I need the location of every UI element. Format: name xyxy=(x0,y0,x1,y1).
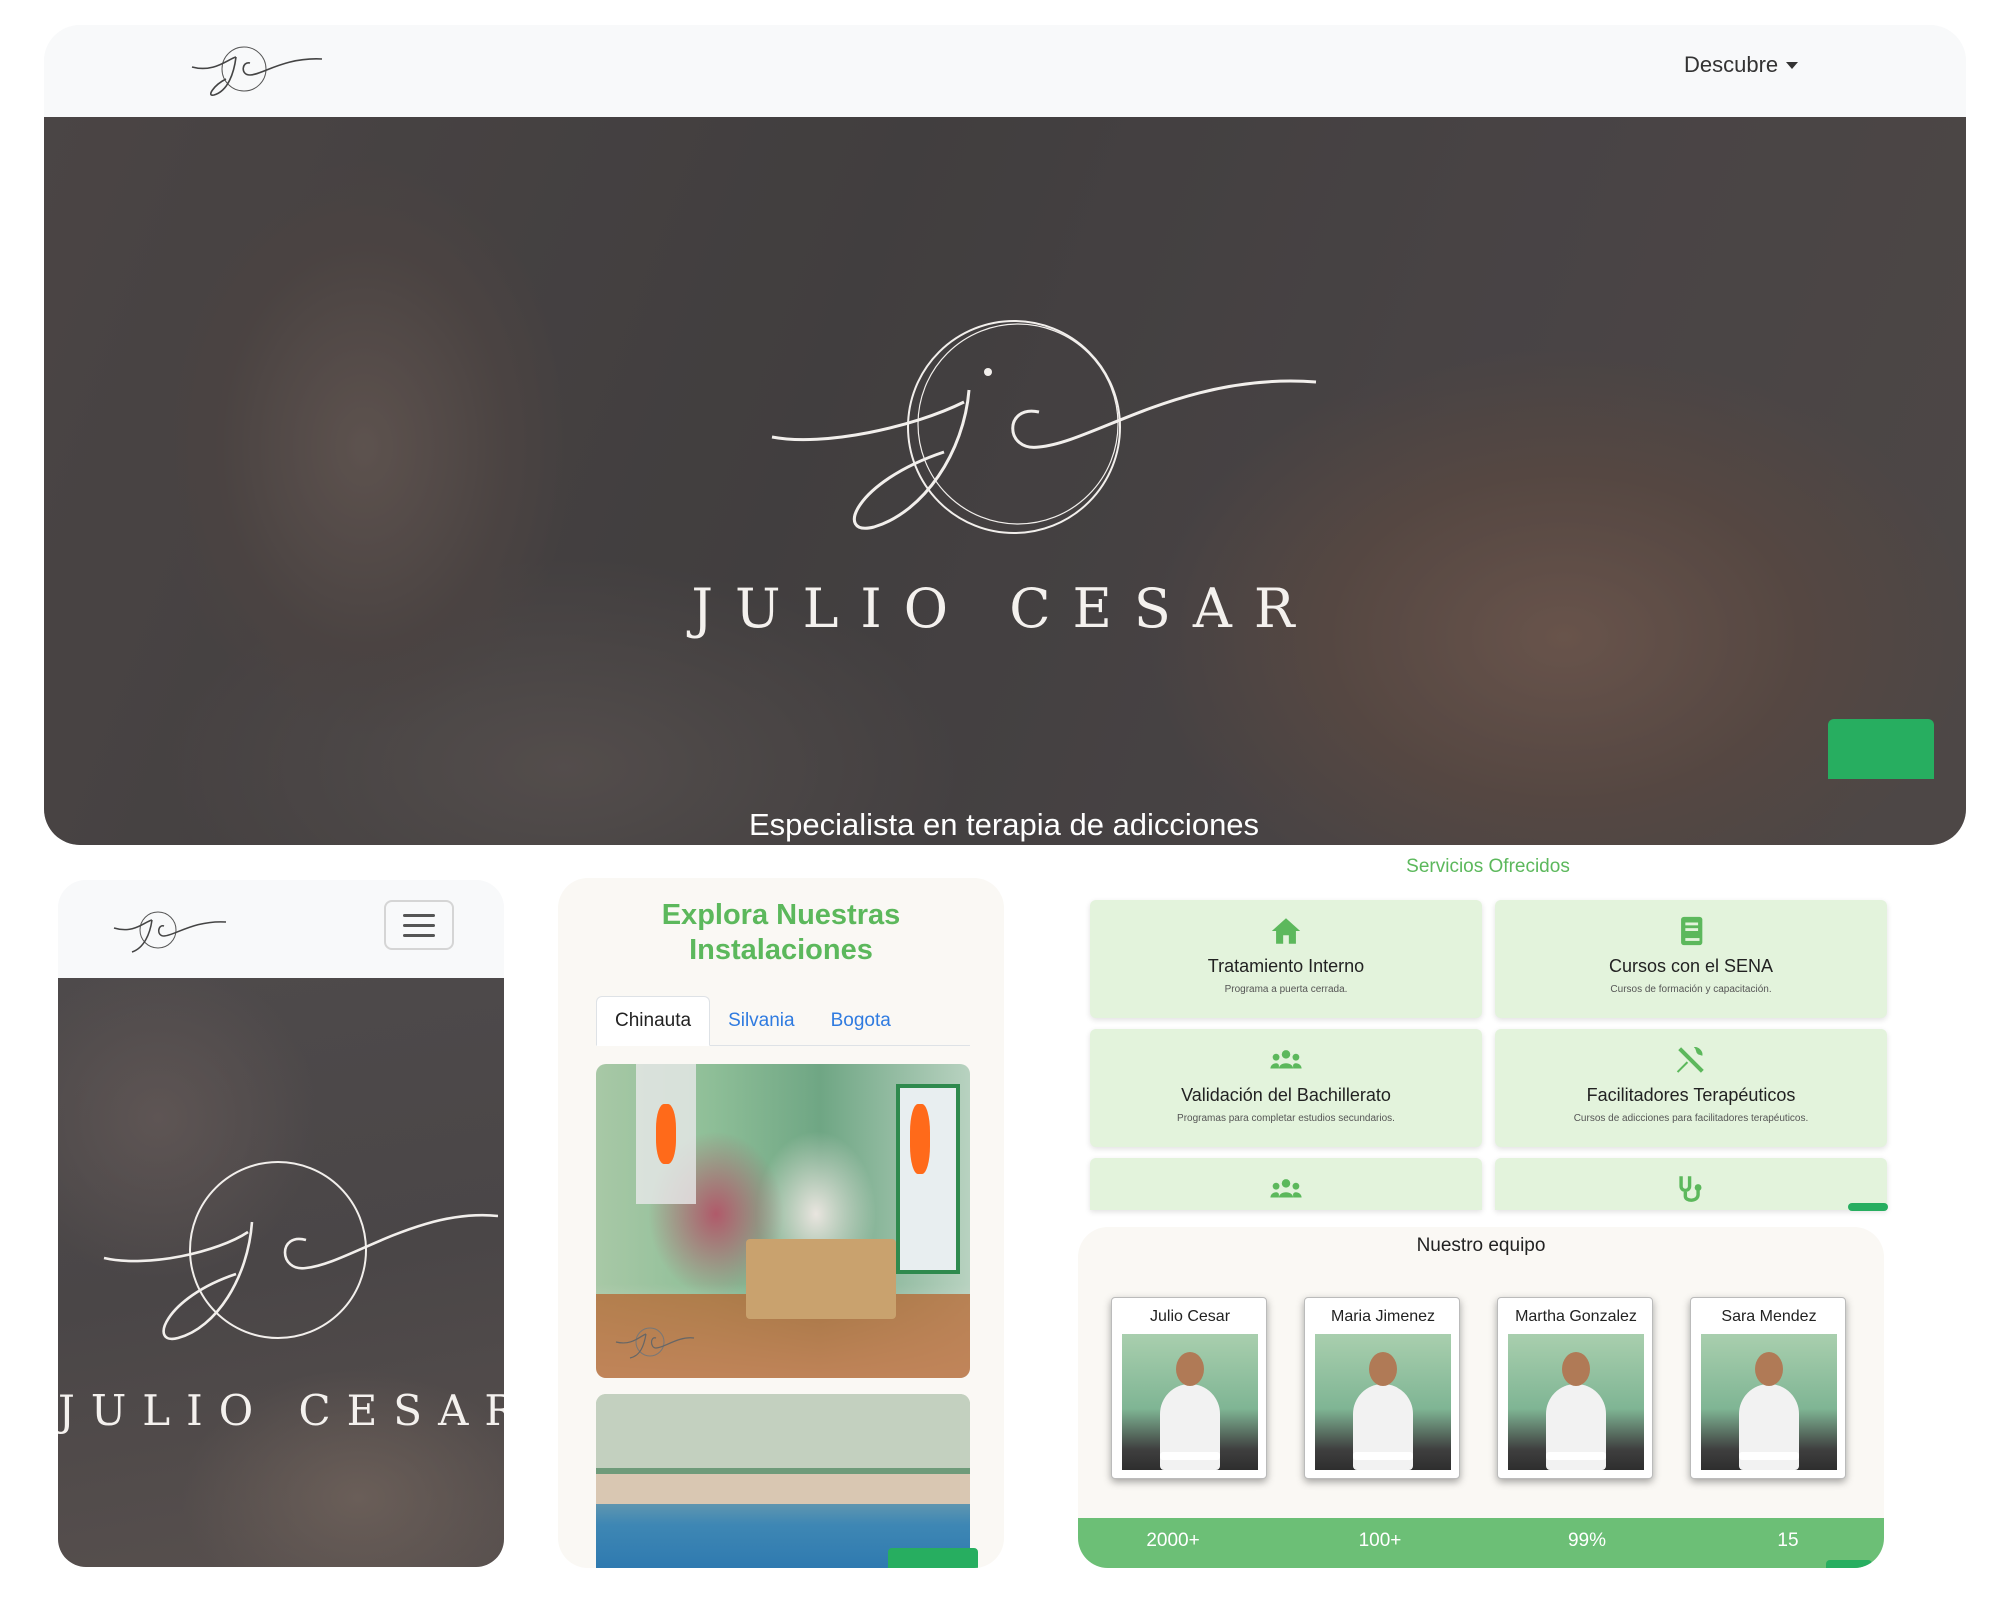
stat-value: 2000+ xyxy=(1146,1530,1200,1551)
descubre-label: Descubre xyxy=(1684,52,1779,77)
service-card-6[interactable] xyxy=(1495,1158,1887,1210)
service-card-facilitadores[interactable]: Facilitadores Terapéuticos Cursos de adi… xyxy=(1495,1029,1887,1147)
hamburger-line xyxy=(403,913,435,917)
whatsapp-button[interactable] xyxy=(888,1548,978,1568)
whatsapp-button[interactable] xyxy=(1828,719,1934,779)
jc-emblem xyxy=(103,1161,498,1341)
member-photo xyxy=(1122,1334,1258,1470)
member-head xyxy=(1562,1352,1590,1386)
service-card-bachillerato[interactable]: Validación del Bachillerato Programas pa… xyxy=(1090,1029,1482,1147)
brand-logo[interactable] xyxy=(184,29,324,109)
member-name: Maria Jimenez xyxy=(1330,1308,1436,1325)
mobile-navbar xyxy=(58,880,504,978)
service-title: Tratamiento Interno xyxy=(1207,956,1365,976)
pool-deck xyxy=(596,1474,970,1504)
role-tag xyxy=(1739,1452,1799,1460)
member-name: Julio Cesar xyxy=(1149,1308,1231,1325)
team-title: Nuestro equipo xyxy=(1416,1235,1546,1256)
users-icon xyxy=(1090,1043,1482,1077)
tools-icon xyxy=(1495,1043,1887,1077)
hamburger-line xyxy=(403,923,435,927)
facilities-section: Explora Nuestras Instalaciones Chinauta … xyxy=(558,878,1004,1568)
tab-bogota[interactable]: Bogota xyxy=(813,996,909,1046)
service-title: Validación del Bachillerato xyxy=(1181,1085,1391,1105)
service-title: Facilitadores Terapéuticos xyxy=(1586,1085,1796,1105)
brand-logo[interactable] xyxy=(108,898,228,960)
team-member-card[interactable]: Sara Mendez xyxy=(1690,1297,1846,1479)
brand-name: JULIO CESAR xyxy=(58,1386,504,1435)
tab-chinauta[interactable]: Chinauta xyxy=(596,996,711,1046)
service-title: Cursos con el SENA xyxy=(1608,956,1774,976)
member-photo xyxy=(1508,1334,1644,1470)
team-member-card[interactable]: Martha Gonzalez xyxy=(1497,1297,1653,1479)
team-section: Nuestro equipo Julio Cesar Maria Jimenez… xyxy=(1078,1227,1884,1568)
stats-bar: 2000+ 100+ 99% 15 xyxy=(1078,1518,1884,1568)
stat-value: 100+ xyxy=(1358,1530,1402,1551)
orange-ribbon xyxy=(656,1104,676,1164)
service-card-tratamiento[interactable]: Tratamiento Interno Programa a puerta ce… xyxy=(1090,900,1482,1018)
whatsapp-button[interactable] xyxy=(1826,1560,1872,1568)
hero-tagline: Especialista en terapia de adicciones xyxy=(748,807,1260,842)
facilities-title-line1: Explora Nuestras xyxy=(661,899,901,931)
member-name: Martha Gonzalez xyxy=(1515,1308,1637,1325)
book-icon xyxy=(1495,914,1887,948)
facilities-title-line2: Instalaciones xyxy=(689,934,873,966)
service-description: Cursos de adicciones para facilitadores … xyxy=(1573,1113,1809,1124)
team-member-card[interactable]: Maria Jimenez xyxy=(1304,1297,1460,1479)
facilities-title: Explora Nuestras Instalaciones xyxy=(558,898,1004,968)
member-head xyxy=(1755,1352,1783,1386)
hero-banner: JULIO CESAR Especialista en terapia de a… xyxy=(44,117,1966,845)
role-tag xyxy=(1546,1452,1606,1460)
location-tabs: Chinauta Silvania Bogota xyxy=(596,996,970,1046)
role-tag xyxy=(1160,1452,1220,1460)
hamburger-line xyxy=(403,933,435,937)
orange-ribbon xyxy=(910,1104,930,1174)
navbar: Descubre xyxy=(44,25,1966,117)
service-description: Programas para completar estudios secund… xyxy=(1177,1113,1395,1124)
service-card-sena[interactable]: Cursos con el SENA Cursos de formación y… xyxy=(1495,900,1887,1018)
facility-photo-pool xyxy=(596,1394,970,1568)
member-head xyxy=(1176,1352,1204,1386)
whatsapp-button[interactable] xyxy=(1848,1203,1888,1211)
stat-value: 15 xyxy=(1777,1530,1799,1551)
brand-name: JULIO CESAR xyxy=(691,577,1317,640)
tab-silvania[interactable]: Silvania xyxy=(710,996,813,1046)
home-icon xyxy=(1090,914,1482,948)
services-section: Servicios Ofrecidos Tratamiento Interno … xyxy=(1078,846,1968,1211)
mobile-preview: JULIO CESAR xyxy=(58,880,504,1567)
role-tag xyxy=(1353,1452,1413,1460)
service-description: Cursos de formación y capacitación. xyxy=(1610,984,1772,995)
mobile-hero: JULIO CESAR xyxy=(58,978,504,1567)
desk xyxy=(746,1239,896,1319)
stethoscope-icon xyxy=(1495,1172,1887,1206)
jc-emblem xyxy=(771,320,1317,534)
hamburger-menu-button[interactable] xyxy=(384,900,454,950)
member-photo xyxy=(1315,1334,1451,1470)
descubre-dropdown[interactable]: Descubre xyxy=(1684,45,1799,85)
member-head xyxy=(1369,1352,1397,1386)
service-card-5[interactable] xyxy=(1090,1158,1482,1210)
stat-value: 99% xyxy=(1567,1530,1607,1551)
member-photo xyxy=(1701,1334,1837,1470)
member-name: Sara Mendez xyxy=(1721,1308,1817,1325)
facility-photo-office xyxy=(596,1064,970,1378)
caret-down-icon xyxy=(1786,61,1799,69)
team-member-card[interactable]: Julio Cesar xyxy=(1111,1297,1267,1479)
services-title: Servicios Ofrecidos xyxy=(1406,856,1570,877)
building xyxy=(596,1394,970,1474)
users-icon xyxy=(1090,1172,1482,1206)
service-description: Programa a puerta cerrada. xyxy=(1224,984,1348,995)
desktop-preview: Descubre JULIO CESAR Especialista en ter… xyxy=(44,25,1966,845)
watermark-logo xyxy=(615,1327,695,1359)
